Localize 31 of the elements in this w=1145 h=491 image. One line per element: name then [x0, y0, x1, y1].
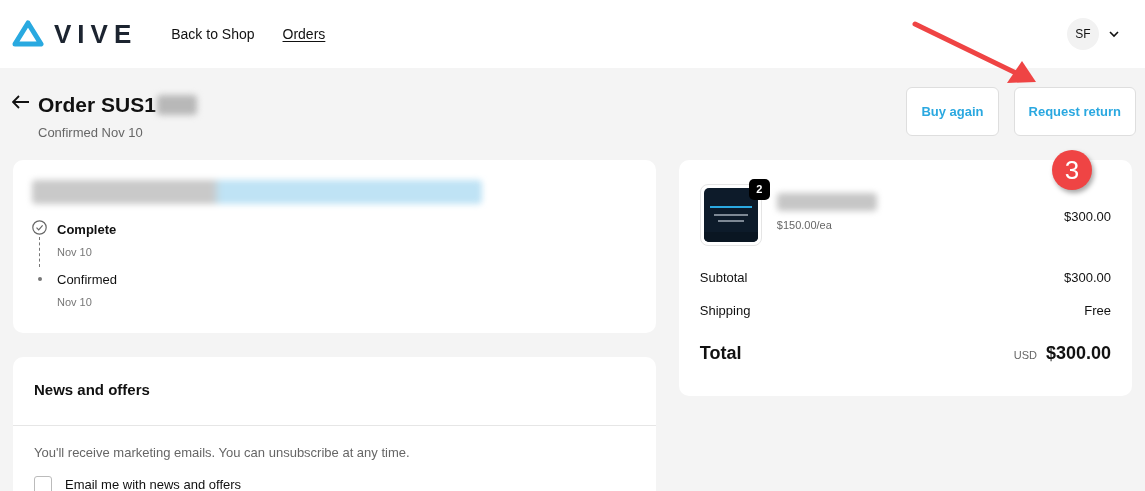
checkbox-label[interactable]: Email me with news and offers: [65, 475, 242, 491]
item-price: $300.00: [1064, 208, 1111, 226]
summary-label: Subtotal: [699, 269, 748, 287]
brand-name: VIVE: [54, 17, 138, 51]
chevron-down-icon[interactable]: [1109, 30, 1119, 38]
order-title: Order SUS1: [38, 92, 156, 118]
status-date: Nov 10: [57, 244, 93, 260]
status-label: Complete: [57, 221, 117, 239]
step-badge: 3: [1052, 150, 1092, 190]
summary-value: $300.00: [1064, 269, 1111, 287]
checkbox[interactable]: [34, 475, 52, 491]
unit-price: $150.00/ea: [776, 218, 833, 233]
summary-label: Shipping: [699, 301, 751, 320]
status-date: Nov 10: [57, 294, 93, 310]
check-circle-icon: [32, 220, 47, 235]
status-label: Confirmed: [57, 271, 117, 289]
redacted-text: [156, 94, 197, 115]
logo-icon: [12, 20, 44, 48]
summary-value: Free: [1084, 301, 1111, 320]
card-title: News and offers: [34, 380, 151, 400]
back-arrow-icon[interactable]: [12, 95, 30, 109]
news-text: You'll receive marketing emails. You can unsubscribe at any time.: [34, 443, 411, 462]
total-label: Total: [699, 342, 742, 365]
currency-code: USD: [1013, 347, 1037, 363]
nav-link[interactable]: Back to Shop: [171, 23, 255, 45]
nav-link[interactable]: Orders: [282, 23, 326, 45]
quantity-badge: 2: [748, 179, 770, 200]
user-avatar[interactable]: SF: [1067, 18, 1099, 50]
step-dot-icon: [37, 277, 42, 281]
order-subtitle: Confirmed Nov 10: [38, 123, 144, 142]
total-value: $300.00: [1045, 342, 1111, 365]
